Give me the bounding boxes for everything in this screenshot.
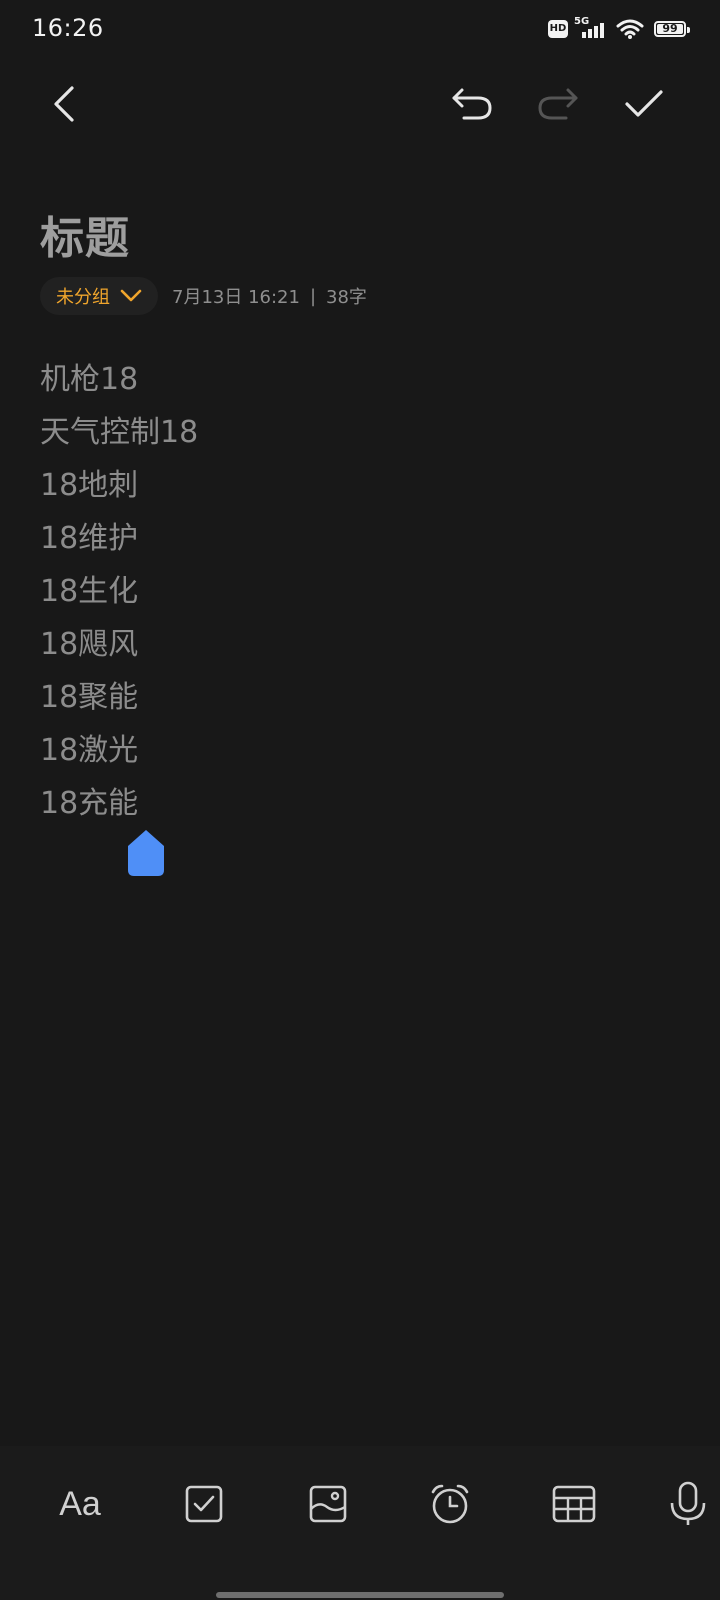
undo-icon — [452, 88, 492, 120]
insert-image-button[interactable] — [298, 1474, 358, 1534]
note-line: 18地刺 — [40, 468, 139, 503]
mic-icon — [670, 1481, 706, 1525]
note-line: 18生化 — [40, 574, 139, 609]
redo-icon — [538, 88, 578, 120]
cursor-handle[interactable] — [128, 830, 164, 876]
undo-button[interactable] — [450, 82, 494, 126]
group-label: 未分组 — [56, 287, 110, 308]
checkbox-icon — [185, 1485, 223, 1523]
word-count: 38字 — [326, 287, 367, 308]
checklist-button[interactable] — [174, 1474, 234, 1534]
chevron-down-icon — [120, 289, 142, 302]
note-body-editor[interactable]: 机枪18 天气控制18 18地刺 18维护 18生化 18飓风 18聚能 18激… — [40, 360, 198, 837]
redo-button[interactable] — [536, 82, 580, 126]
meta-separator: | — [309, 285, 317, 307]
reminder-button[interactable] — [420, 1474, 480, 1534]
battery-icon: 99 — [654, 21, 690, 37]
table-icon — [552, 1485, 596, 1523]
note-line: 18激光 — [40, 733, 139, 768]
note-line: 18飓风 — [40, 627, 139, 662]
font-format-button[interactable]: Aa — [50, 1474, 110, 1534]
insert-table-button[interactable] — [544, 1474, 604, 1534]
note-date: 7月13日 16:21 — [172, 287, 300, 308]
note-line: 18维护 — [40, 521, 139, 556]
note-line: 18聚能 — [40, 680, 139, 715]
alarm-icon — [431, 1484, 469, 1524]
bottom-toolbar: Aa — [0, 1446, 720, 1600]
note-line: 机枪18 — [40, 362, 139, 397]
home-indicator[interactable] — [216, 1592, 504, 1598]
check-icon — [625, 90, 663, 117]
chevron-left-icon — [54, 86, 74, 122]
wifi-icon — [616, 19, 644, 43]
status-bar: 16:26 HD 5G 99 — [0, 0, 720, 58]
note-meta-row: 未分组 7月13日 16:21 | 38字 — [40, 277, 367, 315]
cursor-handle-icon — [128, 830, 164, 876]
battery-level: 99 — [662, 22, 678, 35]
font-icon: Aa — [59, 1484, 101, 1523]
note-line: 天气控制18 — [40, 415, 199, 450]
status-time: 16:26 — [32, 14, 104, 42]
note-line: 18充能 — [40, 786, 139, 821]
confirm-button[interactable] — [622, 82, 666, 126]
group-selector[interactable]: 未分组 — [40, 277, 158, 315]
back-button[interactable] — [42, 82, 86, 126]
voice-input-button[interactable] — [668, 1474, 720, 1534]
hd-badge: HD — [548, 20, 568, 38]
image-icon — [309, 1485, 347, 1523]
cell-signal-icon: 5G — [574, 16, 610, 40]
note-title-field[interactable]: 标题 — [40, 202, 130, 266]
